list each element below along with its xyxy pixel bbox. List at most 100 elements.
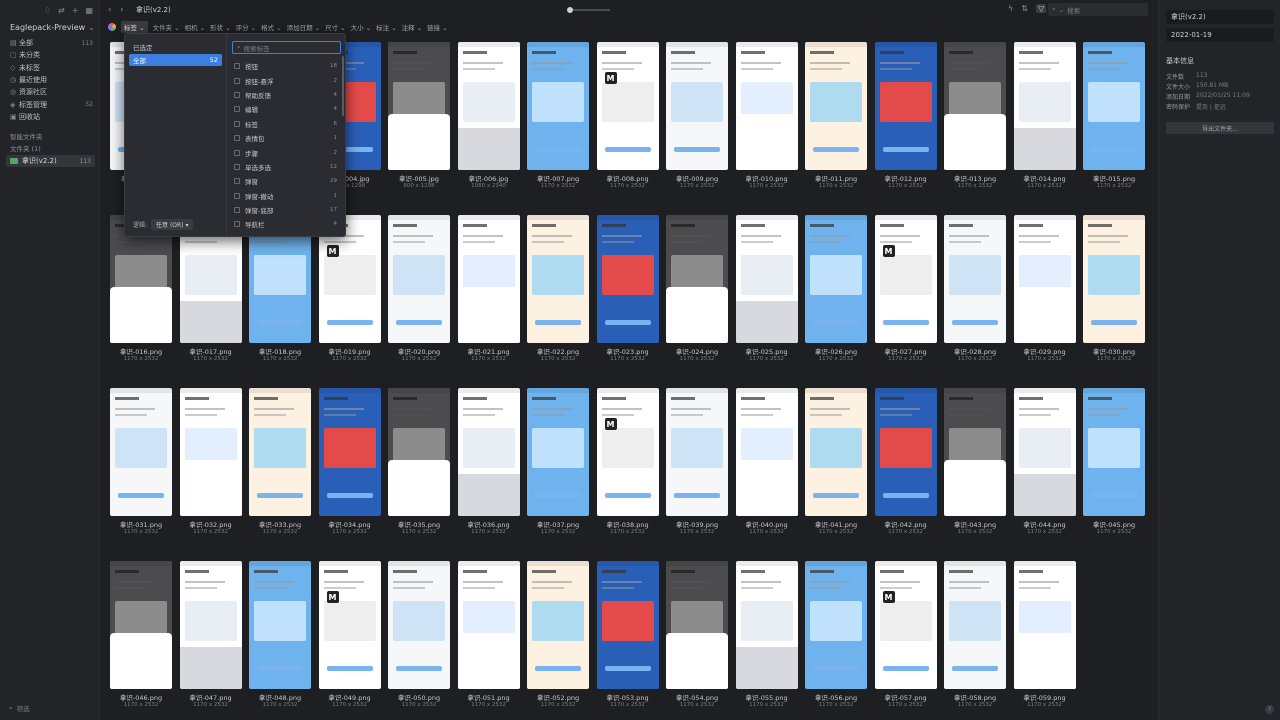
- tag-item[interactable]: 单选多选 12: [232, 160, 341, 174]
- asset-thumbnail[interactable]: [1013, 215, 1076, 343]
- tag-checkbox[interactable]: [234, 192, 240, 199]
- add-icon[interactable]: +: [72, 6, 79, 15]
- filter-0[interactable]: 标签 ⌄: [121, 21, 148, 33]
- lightning-icon[interactable]: ϟ: [1008, 4, 1013, 13]
- asset-thumbnail[interactable]: [666, 388, 728, 516]
- asset-thumbnail[interactable]: [874, 42, 937, 170]
- layout-icon[interactable]: ▦: [85, 6, 93, 15]
- asset-thumbnail[interactable]: [110, 561, 172, 689]
- bell-icon[interactable]: ♢: [44, 6, 51, 15]
- filter-icon[interactable]: ▽: [1035, 4, 1047, 13]
- tag-checkbox[interactable]: [234, 149, 240, 156]
- folder-name-field[interactable]: 拿识(v2.2): [1166, 10, 1274, 24]
- tag-item[interactable]: 按钮-悬浮 2: [232, 73, 341, 87]
- sidebar-item[interactable]: ▣ 回收站: [0, 111, 99, 123]
- asset-thumbnail[interactable]: [805, 388, 867, 516]
- sidebar-folder-item[interactable]: 拿识(v2.2) 113: [6, 155, 95, 168]
- sidebar-item[interactable]: ◈ 标签管理 52: [0, 98, 99, 110]
- asset-thumbnail[interactable]: [735, 388, 798, 516]
- asset-thumbnail[interactable]: [944, 215, 1006, 343]
- asset-thumbnail[interactable]: M: [874, 215, 937, 343]
- filter-3[interactable]: 形状 ⌄: [210, 22, 231, 32]
- asset-thumbnail[interactable]: M: [596, 42, 659, 170]
- asset-thumbnail[interactable]: [805, 42, 867, 170]
- asset-thumbnail[interactable]: [110, 388, 172, 516]
- color-filter-icon[interactable]: [108, 23, 116, 31]
- filter-8[interactable]: 大小 ⌄: [351, 22, 372, 32]
- tag-list-scrollbar[interactable]: [342, 56, 344, 116]
- asset-thumbnail[interactable]: [179, 561, 242, 689]
- asset-thumbnail[interactable]: [735, 561, 798, 689]
- sidebar-item[interactable]: ◇ 未标签: [0, 62, 99, 74]
- slider-handle[interactable]: [567, 7, 573, 13]
- asset-thumbnail[interactable]: [388, 388, 450, 516]
- tag-item[interactable]: 弹窗 29: [232, 174, 341, 188]
- filter-5[interactable]: 格式 ⌄: [261, 22, 282, 32]
- tag-item[interactable]: 帮助反馈 4: [232, 88, 341, 102]
- help-icon[interactable]: ?: [1265, 705, 1274, 714]
- asset-thumbnail[interactable]: [249, 561, 311, 689]
- library-switcher[interactable]: Eaglepack-Preview ⌄: [0, 20, 99, 34]
- asset-thumbnail[interactable]: [596, 215, 659, 343]
- asset-thumbnail[interactable]: [527, 215, 589, 343]
- tag-selected-all[interactable]: 全部 52: [129, 54, 222, 66]
- tag-checkbox[interactable]: [234, 63, 240, 70]
- asset-thumbnail[interactable]: [527, 388, 589, 516]
- sync-icon[interactable]: ⇄: [58, 6, 65, 15]
- asset-thumbnail[interactable]: [527, 561, 589, 689]
- back-arrow-icon[interactable]: ‹: [108, 5, 120, 15]
- asset-thumbnail[interactable]: [457, 561, 520, 689]
- asset-thumbnail[interactable]: [666, 42, 728, 170]
- asset-thumbnail[interactable]: [1083, 215, 1145, 343]
- asset-thumbnail[interactable]: [1013, 561, 1076, 689]
- asset-thumbnail[interactable]: M: [318, 561, 381, 689]
- asset-thumbnail[interactable]: [1083, 388, 1145, 516]
- sidebar-item[interactable]: ◎ 资源社区: [0, 86, 99, 98]
- asset-thumbnail[interactable]: [805, 215, 867, 343]
- asset-thumbnail[interactable]: [457, 42, 520, 170]
- tag-checkbox[interactable]: [234, 207, 240, 214]
- asset-thumbnail[interactable]: M: [596, 388, 659, 516]
- folders-header[interactable]: 文件夹 (1): [0, 142, 99, 153]
- export-folder-button[interactable]: 导出文件夹...: [1166, 122, 1274, 134]
- tag-item[interactable]: 编辑 4: [232, 102, 341, 116]
- asset-thumbnail[interactable]: [318, 388, 381, 516]
- filter-6[interactable]: 添加日期 ⌄: [287, 22, 321, 32]
- asset-thumbnail[interactable]: [457, 215, 520, 343]
- tag-item[interactable]: 标签 6: [232, 117, 341, 131]
- asset-thumbnail[interactable]: [388, 215, 450, 343]
- asset-thumbnail[interactable]: [944, 561, 1006, 689]
- smart-folders-header[interactable]: 智能文件夹: [0, 130, 99, 142]
- tag-checkbox[interactable]: [234, 221, 240, 228]
- sort-icon[interactable]: ⇅: [1021, 4, 1028, 13]
- asset-thumbnail[interactable]: [666, 561, 728, 689]
- tag-item[interactable]: 弹窗-底部 17: [232, 203, 341, 217]
- asset-thumbnail[interactable]: [388, 561, 450, 689]
- tag-checkbox[interactable]: [234, 178, 240, 185]
- tag-checkbox[interactable]: [234, 106, 240, 113]
- asset-thumbnail[interactable]: [874, 388, 937, 516]
- tag-item[interactable]: 按钮 18: [232, 59, 341, 73]
- logic-select[interactable]: 任意 (OR) ▾: [151, 219, 194, 230]
- asset-thumbnail[interactable]: [666, 215, 728, 343]
- filter-7[interactable]: 尺寸 ⌄: [325, 22, 346, 32]
- tag-item[interactable]: 导航栏 4: [232, 217, 341, 231]
- asset-thumbnail[interactable]: [527, 42, 589, 170]
- folder-date-field[interactable]: 2022-01-19: [1166, 28, 1274, 42]
- thumbnail-size-slider[interactable]: [567, 7, 610, 13]
- search-input[interactable]: ⌕ ⌄ 搜索: [1048, 3, 1148, 16]
- sidebar-item[interactable]: ◷ 最近使用: [0, 74, 99, 86]
- filter-10[interactable]: 注释 ⌄: [402, 22, 423, 32]
- asset-thumbnail[interactable]: [249, 388, 311, 516]
- tag-checkbox[interactable]: [234, 91, 240, 98]
- filter-11[interactable]: 链接 ⌄: [427, 22, 448, 32]
- filter-2[interactable]: 相机 ⌄: [185, 22, 206, 32]
- tag-item[interactable]: 弹窗-撤动 1: [232, 189, 341, 203]
- sidebar-filter-input[interactable]: ⌕ 筛选: [6, 702, 94, 714]
- asset-thumbnail[interactable]: [735, 42, 798, 170]
- filter-4[interactable]: 评分 ⌄: [236, 22, 257, 32]
- tag-item[interactable]: 步骤 2: [232, 145, 341, 159]
- asset-thumbnail[interactable]: [944, 388, 1006, 516]
- asset-thumbnail[interactable]: [1083, 42, 1145, 170]
- asset-thumbnail[interactable]: [179, 388, 242, 516]
